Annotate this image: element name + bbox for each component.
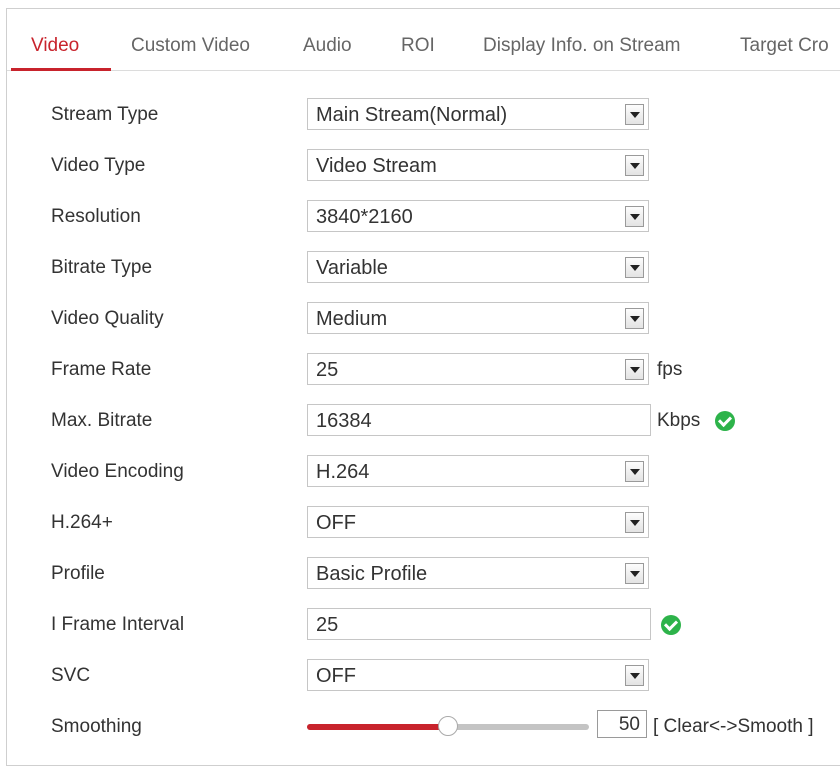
tab-bar: Video Custom Video Audio ROI Display Inf…: [7, 9, 840, 71]
frame-rate-select[interactable]: 25: [307, 353, 649, 385]
active-tab-indicator: [11, 68, 111, 71]
stream-type-label: Stream Type: [51, 104, 159, 125]
video-quality-value: Medium: [316, 308, 388, 330]
tab-video[interactable]: Video: [31, 35, 79, 57]
h264-plus-row: H.264+ OFF: [7, 503, 840, 543]
svc-value: OFF: [316, 665, 356, 687]
chevron-down-icon[interactable]: [625, 308, 644, 329]
tab-custom-video[interactable]: Custom Video: [131, 35, 250, 57]
chevron-down-icon[interactable]: [625, 461, 644, 482]
frame-rate-row: Frame Rate 25 fps: [7, 350, 840, 390]
smoothing-hint: [ Clear<->Smooth ]: [653, 716, 814, 737]
video-encoding-value: H.264: [316, 461, 370, 483]
tab-audio[interactable]: Audio: [303, 35, 352, 57]
stream-type-row: Stream Type Main Stream(Normal): [7, 95, 840, 135]
check-circle-icon: [661, 615, 681, 635]
smoothing-slider-fill: [307, 724, 448, 730]
video-quality-select[interactable]: Medium: [307, 302, 649, 334]
resolution-label: Resolution: [51, 206, 141, 227]
profile-label: Profile: [51, 563, 105, 584]
frame-rate-unit: fps: [657, 359, 683, 380]
svc-select[interactable]: OFF: [307, 659, 649, 691]
video-type-select[interactable]: Video Stream: [307, 149, 649, 181]
i-frame-interval-row: I Frame Interval 25: [7, 605, 840, 645]
h264-plus-select[interactable]: OFF: [307, 506, 649, 538]
video-quality-label: Video Quality: [51, 308, 164, 329]
bitrate-type-select[interactable]: Variable: [307, 251, 649, 283]
resolution-select[interactable]: 3840*2160: [307, 200, 649, 232]
h264-plus-label: H.264+: [51, 512, 113, 533]
smoothing-label: Smoothing: [51, 716, 142, 737]
i-frame-interval-value: 25: [316, 614, 339, 636]
chevron-down-icon[interactable]: [625, 563, 644, 584]
chevron-down-icon[interactable]: [625, 665, 644, 686]
video-encoding-row: Video Encoding H.264: [7, 452, 840, 492]
svc-label: SVC: [51, 665, 91, 686]
i-frame-interval-label: I Frame Interval: [51, 614, 185, 635]
max-bitrate-row: Max. Bitrate 16384 Kbps: [7, 401, 840, 441]
video-type-label: Video Type: [51, 155, 146, 176]
max-bitrate-unit: Kbps: [657, 410, 701, 431]
tab-roi[interactable]: ROI: [401, 35, 435, 57]
profile-row: Profile Basic Profile: [7, 554, 840, 594]
tab-target-cropping[interactable]: Target Cro: [740, 35, 829, 57]
check-circle-icon: [715, 411, 735, 431]
chevron-down-icon[interactable]: [625, 206, 644, 227]
frame-rate-label: Frame Rate: [51, 359, 152, 380]
resolution-row: Resolution 3840*2160: [7, 197, 840, 237]
bitrate-type-row: Bitrate Type Variable: [7, 248, 840, 288]
smoothing-value: 50: [618, 714, 640, 735]
video-settings-panel: Video Custom Video Audio ROI Display Inf…: [6, 8, 840, 766]
chevron-down-icon[interactable]: [625, 155, 644, 176]
profile-value: Basic Profile: [316, 563, 428, 585]
max-bitrate-label: Max. Bitrate: [51, 410, 153, 431]
frame-rate-value: 25: [316, 359, 339, 381]
video-quality-row: Video Quality Medium: [7, 299, 840, 339]
stream-type-value: Main Stream(Normal): [316, 104, 508, 126]
svc-row: SVC OFF: [7, 656, 840, 696]
smoothing-value-input[interactable]: 50: [597, 710, 647, 738]
profile-select[interactable]: Basic Profile: [307, 557, 649, 589]
chevron-down-icon[interactable]: [625, 257, 644, 278]
smoothing-row: Smoothing 50 [ Clear<->Smooth ]: [7, 707, 840, 747]
stream-type-select[interactable]: Main Stream(Normal): [307, 98, 649, 130]
smoothing-slider-handle[interactable]: [438, 716, 458, 736]
tab-display-info-on-stream[interactable]: Display Info. on Stream: [483, 35, 680, 57]
smoothing-slider[interactable]: [307, 716, 589, 736]
video-encoding-select[interactable]: H.264: [307, 455, 649, 487]
video-encoding-label: Video Encoding: [51, 461, 184, 482]
chevron-down-icon[interactable]: [625, 359, 644, 380]
max-bitrate-input[interactable]: 16384: [307, 404, 651, 436]
max-bitrate-value: 16384: [316, 410, 372, 432]
chevron-down-icon[interactable]: [625, 104, 644, 125]
video-type-row: Video Type Video Stream: [7, 146, 840, 186]
chevron-down-icon[interactable]: [625, 512, 644, 533]
bitrate-type-label: Bitrate Type: [51, 257, 153, 278]
bitrate-type-value: Variable: [316, 257, 388, 279]
i-frame-interval-input[interactable]: 25: [307, 608, 651, 640]
resolution-value: 3840*2160: [316, 206, 413, 228]
h264-plus-value: OFF: [316, 512, 356, 534]
video-type-value: Video Stream: [316, 155, 437, 177]
